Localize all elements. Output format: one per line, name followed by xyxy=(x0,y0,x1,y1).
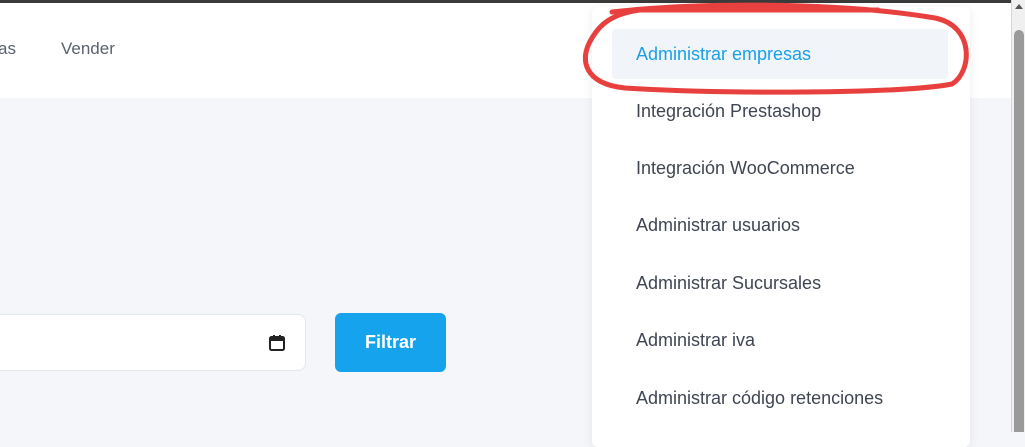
filter-button[interactable]: Filtrar xyxy=(335,313,446,372)
calendar-icon[interactable] xyxy=(268,334,286,352)
date-input[interactable] xyxy=(0,314,306,371)
admin-dropdown-menu: Administrar empresas Integración Prestas… xyxy=(592,7,970,447)
menu-item-administrar-usuarios[interactable]: Administrar usuarios xyxy=(612,200,948,250)
scroll-up-arrow-icon[interactable] xyxy=(1014,2,1024,12)
scroll-thumb[interactable] xyxy=(1014,30,1024,432)
menu-item-administrar-codigo-retenciones[interactable]: Administrar código retenciones xyxy=(612,373,948,423)
menu-item-administrar-empresas[interactable]: Administrar empresas xyxy=(612,29,948,79)
menu-item-administrar-iva[interactable]: Administrar iva xyxy=(612,315,948,365)
menu-item-integracion-prestashop[interactable]: Integración Prestashop xyxy=(612,86,948,136)
nav-link-vender[interactable]: Vender xyxy=(61,39,115,59)
nav-link-partial[interactable]: as xyxy=(0,39,16,59)
menu-item-integracion-woocommerce[interactable]: Integración WooCommerce xyxy=(612,143,948,193)
vertical-scrollbar[interactable] xyxy=(1011,0,1025,432)
menu-item-administrar-sucursales[interactable]: Administrar Sucursales xyxy=(612,258,948,308)
